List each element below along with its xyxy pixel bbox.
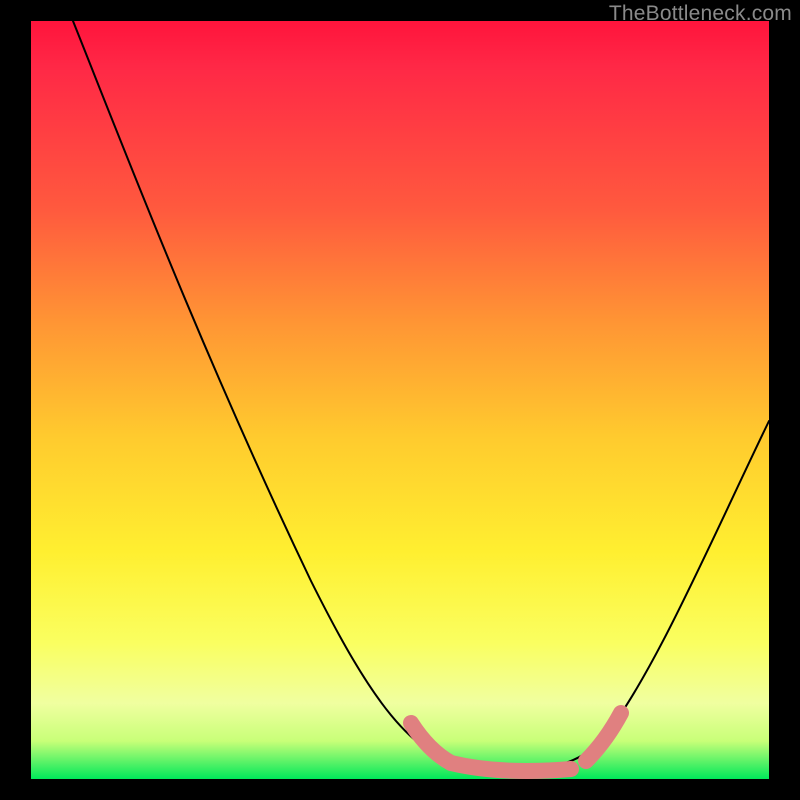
bottleneck-curve [31,21,769,779]
plot-area [31,21,769,779]
curve-highlight-left [411,723,451,763]
curve-highlight-mid [451,763,571,771]
curve-highlight-right [586,713,621,761]
chart-frame: TheBottleneck.com [0,0,800,800]
watermark-text: TheBottleneck.com [609,2,792,26]
curve-path [73,21,769,771]
